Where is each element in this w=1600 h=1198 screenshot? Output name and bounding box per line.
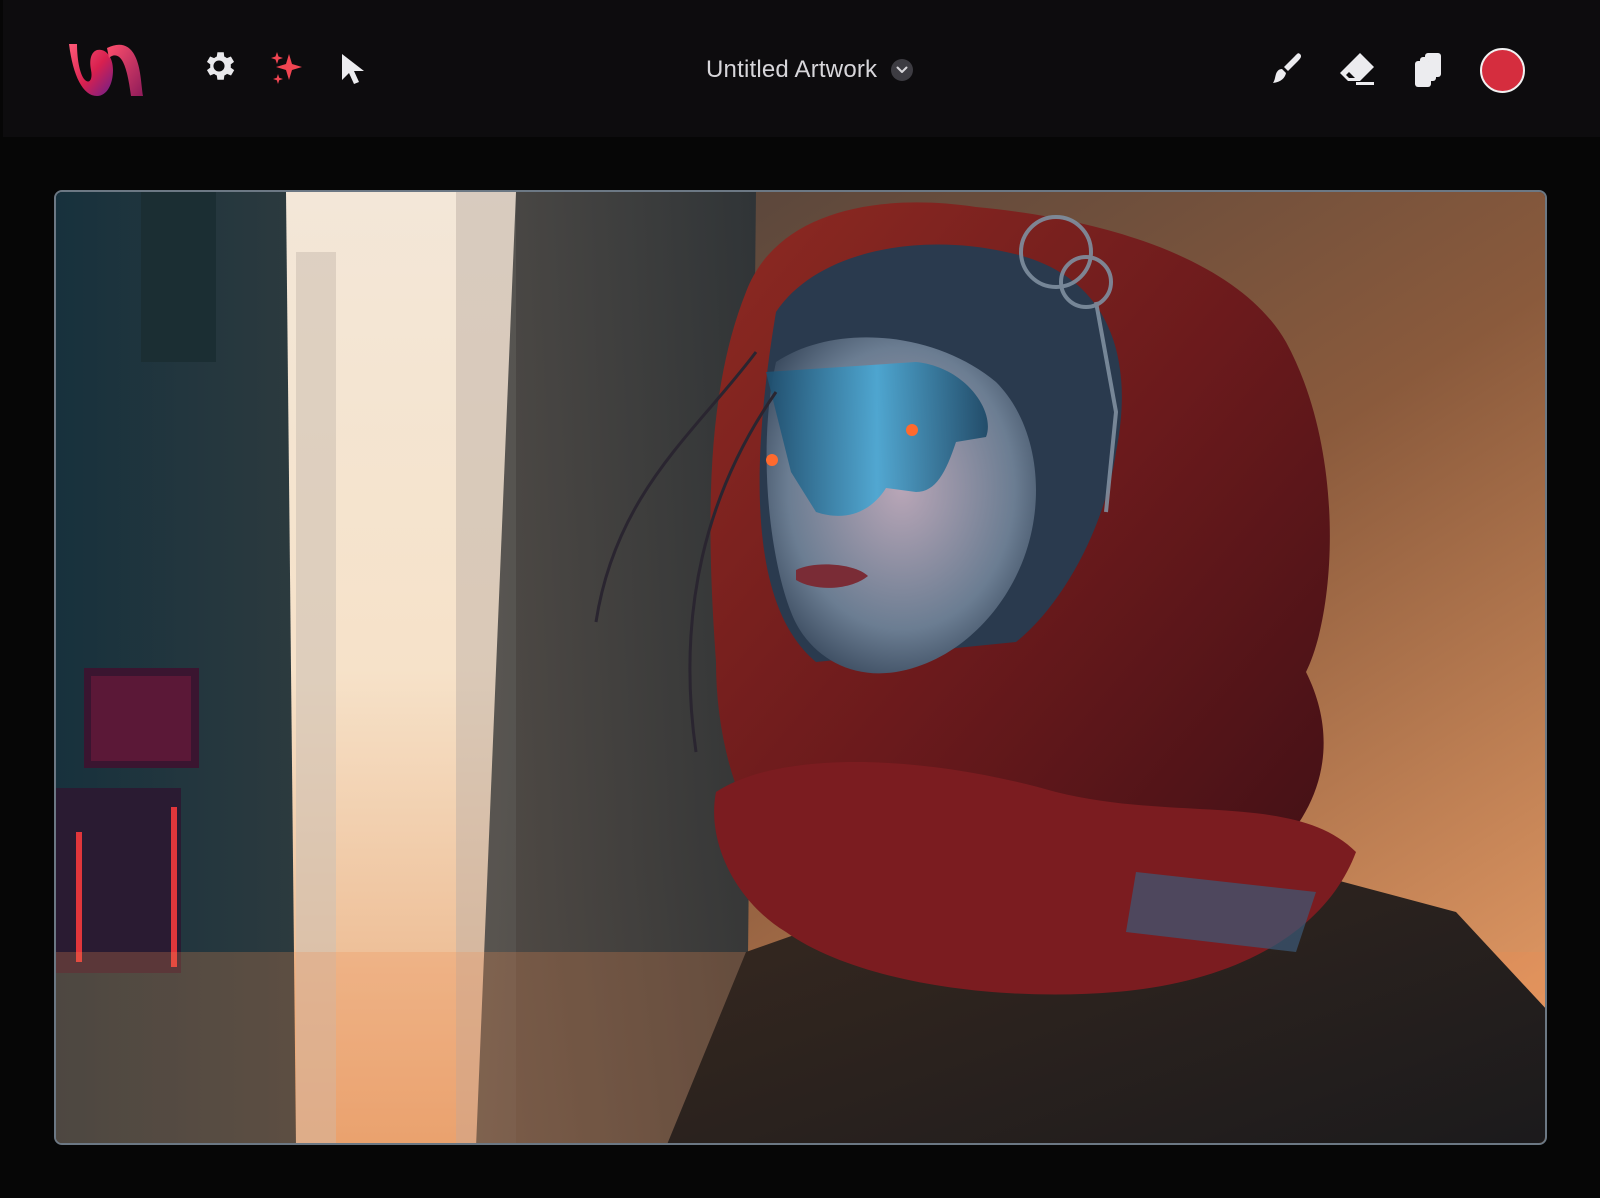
color-picker-swatch[interactable] — [1480, 48, 1525, 93]
app-logo[interactable] — [63, 36, 149, 102]
sparkle-icon — [271, 52, 302, 84]
artwork-canvas[interactable] — [54, 190, 1547, 1145]
logo-icon — [69, 44, 143, 96]
settings-button[interactable] — [197, 44, 241, 88]
artwork-image — [56, 192, 1545, 1143]
chevron-down-icon — [891, 59, 914, 81]
top-toolbar: Untitled Artwork — [3, 0, 1600, 137]
document-title: Untitled Artwork — [706, 56, 878, 83]
brush-icon — [1273, 53, 1302, 83]
gear-icon — [206, 52, 235, 80]
select-tool-button[interactable] — [331, 47, 375, 91]
eraser-icon — [1340, 53, 1374, 85]
layers-button[interactable] — [1405, 47, 1449, 91]
document-title-menu[interactable]: Untitled Artwork — [706, 50, 914, 90]
app-window: Untitled Artwork — [0, 0, 1600, 1198]
cursor-arrow-icon — [342, 54, 364, 84]
layers-icon — [1414, 53, 1441, 87]
brush-tool-button[interactable] — [1265, 47, 1309, 91]
ai-generate-button[interactable] — [265, 46, 309, 90]
eraser-tool-button[interactable] — [1335, 47, 1379, 91]
